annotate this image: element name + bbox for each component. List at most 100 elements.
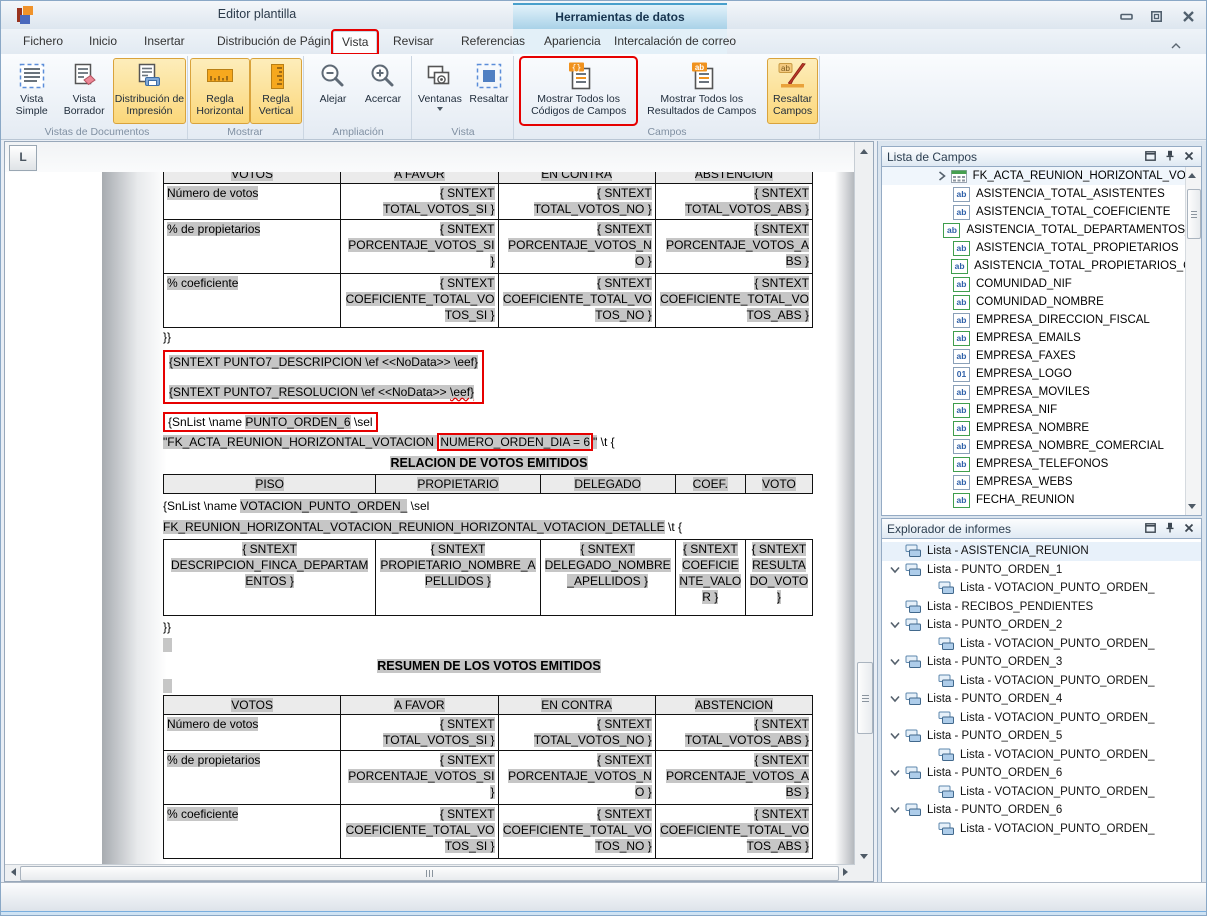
field-list-item[interactable]: FK_ACTA_REUNION_HORIZONTAL_VOT... [882,167,1201,185]
field-list-item[interactable]: abEMPRESA_DIRECCION_FISCAL [882,311,1201,329]
expander-icon[interactable] [890,695,905,703]
votes-header-cell[interactable]: ABSTENCION [655,172,812,184]
field-cell[interactable]: { SNTEXT TOTAL_VOTOS_NO } [498,715,655,751]
field-cell[interactable]: { SNTEXT TOTAL_VOTOS_ABS } [655,184,812,220]
close-icon[interactable] [1184,520,1194,538]
field-code[interactable]: { SNTEXT COEFICIENTE_TOTAL_VOTOS_NO } [503,276,652,322]
field-list-item[interactable]: abASISTENCIA_TOTAL_PROPIETARIOS_C... [882,257,1201,275]
field-cell[interactable]: { SNTEXT PORCENTAJE_VOTOS_SI } [341,751,498,805]
resaltar-campos-button[interactable]: ab Resaltar Campos [767,58,818,124]
expander-icon[interactable] [890,566,905,574]
float-icon[interactable] [1145,148,1156,166]
relacion-field-cell[interactable]: { SNTEXT DESCRIPCION_FINCA_DEPARTAMENTOS… [164,540,376,616]
resaltar-button[interactable]: Resaltar [466,58,512,124]
field-code[interactable]: { SNTEXT RESULTADO_VOTO } [750,542,808,604]
acercar-button[interactable]: Acercar [357,58,409,124]
field-cell[interactable]: { SNTEXT COEFICIENTE_TOTAL_VOTOS_SI } [341,274,498,328]
tab-revisar[interactable]: Revisar [385,31,442,52]
mostrar-codigos-campos-button[interactable]: {} Mostrar Todos los Códigos de Campos [521,58,636,124]
pin-icon[interactable] [1165,148,1175,166]
field-code[interactable]: { SNTEXT PORCENTAJE_VOTOS_ABS } [666,222,809,268]
field-cell[interactable]: { SNTEXT COEFICIENTE_TOTAL_VOTOS_ABS } [655,274,812,328]
field-code[interactable]: { SNTEXT PROPIETARIO_NOMBRE_APELLIDOS } [380,542,535,588]
scroll-up-arrow[interactable] [1185,168,1199,182]
field-cell[interactable]: { SNTEXT TOTAL_VOTOS_SI } [341,184,498,220]
field-list-item[interactable]: abASISTENCIA_TOTAL_COEFICIENTE [882,203,1201,221]
relacion-header-cell[interactable]: VOTO [745,475,812,494]
punto7-resolucion-field[interactable]: {SNTEXT PUNTO7_RESOLUCION \ef <<NoData>>… [169,384,478,400]
row-label-cell[interactable]: % de propietarios [164,751,341,805]
punto7-descripcion-field[interactable]: {SNTEXT PUNTO7_DESCRIPCION \ef <<NoData>… [169,354,478,370]
tab-intercalacion-correo[interactable]: Intercalación de correo [606,31,744,52]
row-label-cell[interactable]: Número de votos [164,715,341,751]
scroll-up-arrow[interactable] [855,144,872,158]
row-label-cell[interactable]: % de propietarios [164,220,341,274]
field-cell[interactable]: { SNTEXT COEFICIENTE_TOTAL_VOTOS_ABS } [655,805,812,859]
report-tree-item[interactable]: Lista - VOTACION_PUNTO_ORDEN_ [882,746,1201,765]
relacion-field-cell[interactable]: { SNTEXT COEFICIENTE_VALOR } [675,540,745,616]
report-tree-item[interactable]: Lista - VOTACION_PUNTO_ORDEN_ [882,709,1201,728]
report-tree-item[interactable]: Lista - PUNTO_ORDEN_2 [882,616,1201,635]
relacion-header-cell[interactable]: PROPIETARIO [376,475,540,494]
expander-icon[interactable] [890,769,905,777]
fk-detalle-line[interactable]: FK_REUNION_HORIZONTAL_VOTACION_REUNION_H… [163,519,815,535]
report-tree-item[interactable]: Lista - VOTACION_PUNTO_ORDEN_ [882,579,1201,598]
field-code[interactable]: { SNTEXT TOTAL_VOTOS_NO } [534,717,652,747]
pin-icon[interactable] [1165,520,1175,538]
alejar-button[interactable]: Alejar [309,58,357,124]
field-cell[interactable]: { SNTEXT TOTAL_VOTOS_NO } [498,184,655,220]
field-code[interactable]: { SNTEXT PORCENTAJE_VOTOS_SI } [348,222,494,268]
field-list-item[interactable]: abASISTENCIA_TOTAL_PROPIETARIOS [882,239,1201,257]
field-code[interactable]: { SNTEXT TOTAL_VOTOS_ABS } [685,717,809,747]
snlist-annotation-box[interactable]: {SnList \name PUNTO_ORDEN_6 \sel [163,412,378,432]
restore-button[interactable] [1145,8,1167,24]
field-code[interactable]: { SNTEXT PORCENTAJE_VOTOS_NO } [508,222,652,268]
report-tree-item[interactable]: Lista - PUNTO_ORDEN_3 [882,653,1201,672]
field-list-item[interactable]: abCOMUNIDAD_NIF [882,275,1201,293]
field-cell[interactable]: { SNTEXT PORCENTAJE_VOTOS_ABS } [655,751,812,805]
scroll-down-arrow[interactable] [855,849,872,863]
tab-fichero[interactable]: Fichero [15,31,71,52]
field-code[interactable]: { SNTEXT TOTAL_VOTOS_NO } [534,186,652,216]
field-list-item[interactable]: abEMPRESA_TELEFONOS [882,455,1201,473]
field-code[interactable]: { SNTEXT COEFICIENTE_VALOR } [679,542,741,604]
expander-icon[interactable] [890,806,905,814]
field-cell[interactable]: { SNTEXT PORCENTAJE_VOTOS_ABS } [655,220,812,274]
vista-simple-button[interactable]: Vista Simple [8,58,55,124]
field-code[interactable]: { SNTEXT TOTAL_VOTOS_ABS } [685,186,809,216]
field-code[interactable]: { SNTEXT TOTAL_VOTOS_SI } [383,186,494,216]
relacion-field-cell[interactable]: { SNTEXT PROPIETARIO_NOMBRE_APELLIDOS } [376,540,540,616]
report-tree-item[interactable]: Lista - PUNTO_ORDEN_1 [882,561,1201,580]
field-cell[interactable]: { SNTEXT PORCENTAJE_VOTOS_NO } [498,751,655,805]
horizontal-scrollbar[interactable] [5,864,854,881]
report-tree-item[interactable]: Lista - PUNTO_ORDEN_5 [882,727,1201,746]
field-list-item[interactable]: abEMPRESA_WEBS [882,473,1201,491]
votes-header-cell[interactable]: VOTOS [164,696,341,715]
report-tree-item[interactable]: Lista - VOTACION_PUNTO_ORDEN_ [882,672,1201,691]
tab-stop-selector[interactable]: L [9,145,37,171]
votes-header-cell[interactable]: A FAVOR [341,172,498,184]
collapse-ribbon-icon[interactable] [1170,37,1182,55]
fields-scrollbar[interactable] [1185,167,1201,515]
fields-scroll-thumb[interactable] [1187,189,1201,239]
report-tree-item[interactable]: Lista - PUNTO_ORDEN_4 [882,690,1201,709]
tab-inicio[interactable]: Inicio [81,31,125,52]
vista-borrador-button[interactable]: Vista Borrador [55,58,112,124]
report-tree-item[interactable]: Lista - RECIBOS_PENDIENTES [882,598,1201,617]
field-list-item[interactable]: abASISTENCIA_TOTAL_DEPARTAMENTOS_... [882,221,1201,239]
row-label-cell[interactable]: Número de votos [164,184,341,220]
relacion-header-cell[interactable]: DELEGADO [540,475,675,494]
mostrar-resultados-campos-button[interactable]: ab Mostrar Todos los Resultados de Campo… [636,58,767,124]
fk-filter-line[interactable]: "FK_ACTA_REUNION_HORIZONTAL_VOTACION NUM… [163,434,815,450]
field-cell[interactable]: { SNTEXT PORCENTAJE_VOTOS_SI } [341,220,498,274]
field-list-item[interactable]: abCOMUNIDAD_NOMBRE [882,293,1201,311]
field-cell[interactable]: { SNTEXT COEFICIENTE_TOTAL_VOTOS_NO } [498,805,655,859]
votacion-snlist-line[interactable]: {SnList \name VOTACION_PUNTO_ORDEN_ \sel [163,498,815,514]
tab-referencias[interactable]: Referencias [453,31,533,52]
vertical-scroll-thumb[interactable] [857,662,873,734]
field-list-item[interactable]: abFECHA_REUNION [882,491,1201,509]
report-tree-item[interactable]: Lista - PUNTO_ORDEN_6 [882,764,1201,783]
horizontal-scroll-thumb[interactable] [20,866,839,881]
regla-vertical-button[interactable]: Regla Vertical [250,58,302,124]
scroll-right-arrow[interactable] [837,865,854,879]
